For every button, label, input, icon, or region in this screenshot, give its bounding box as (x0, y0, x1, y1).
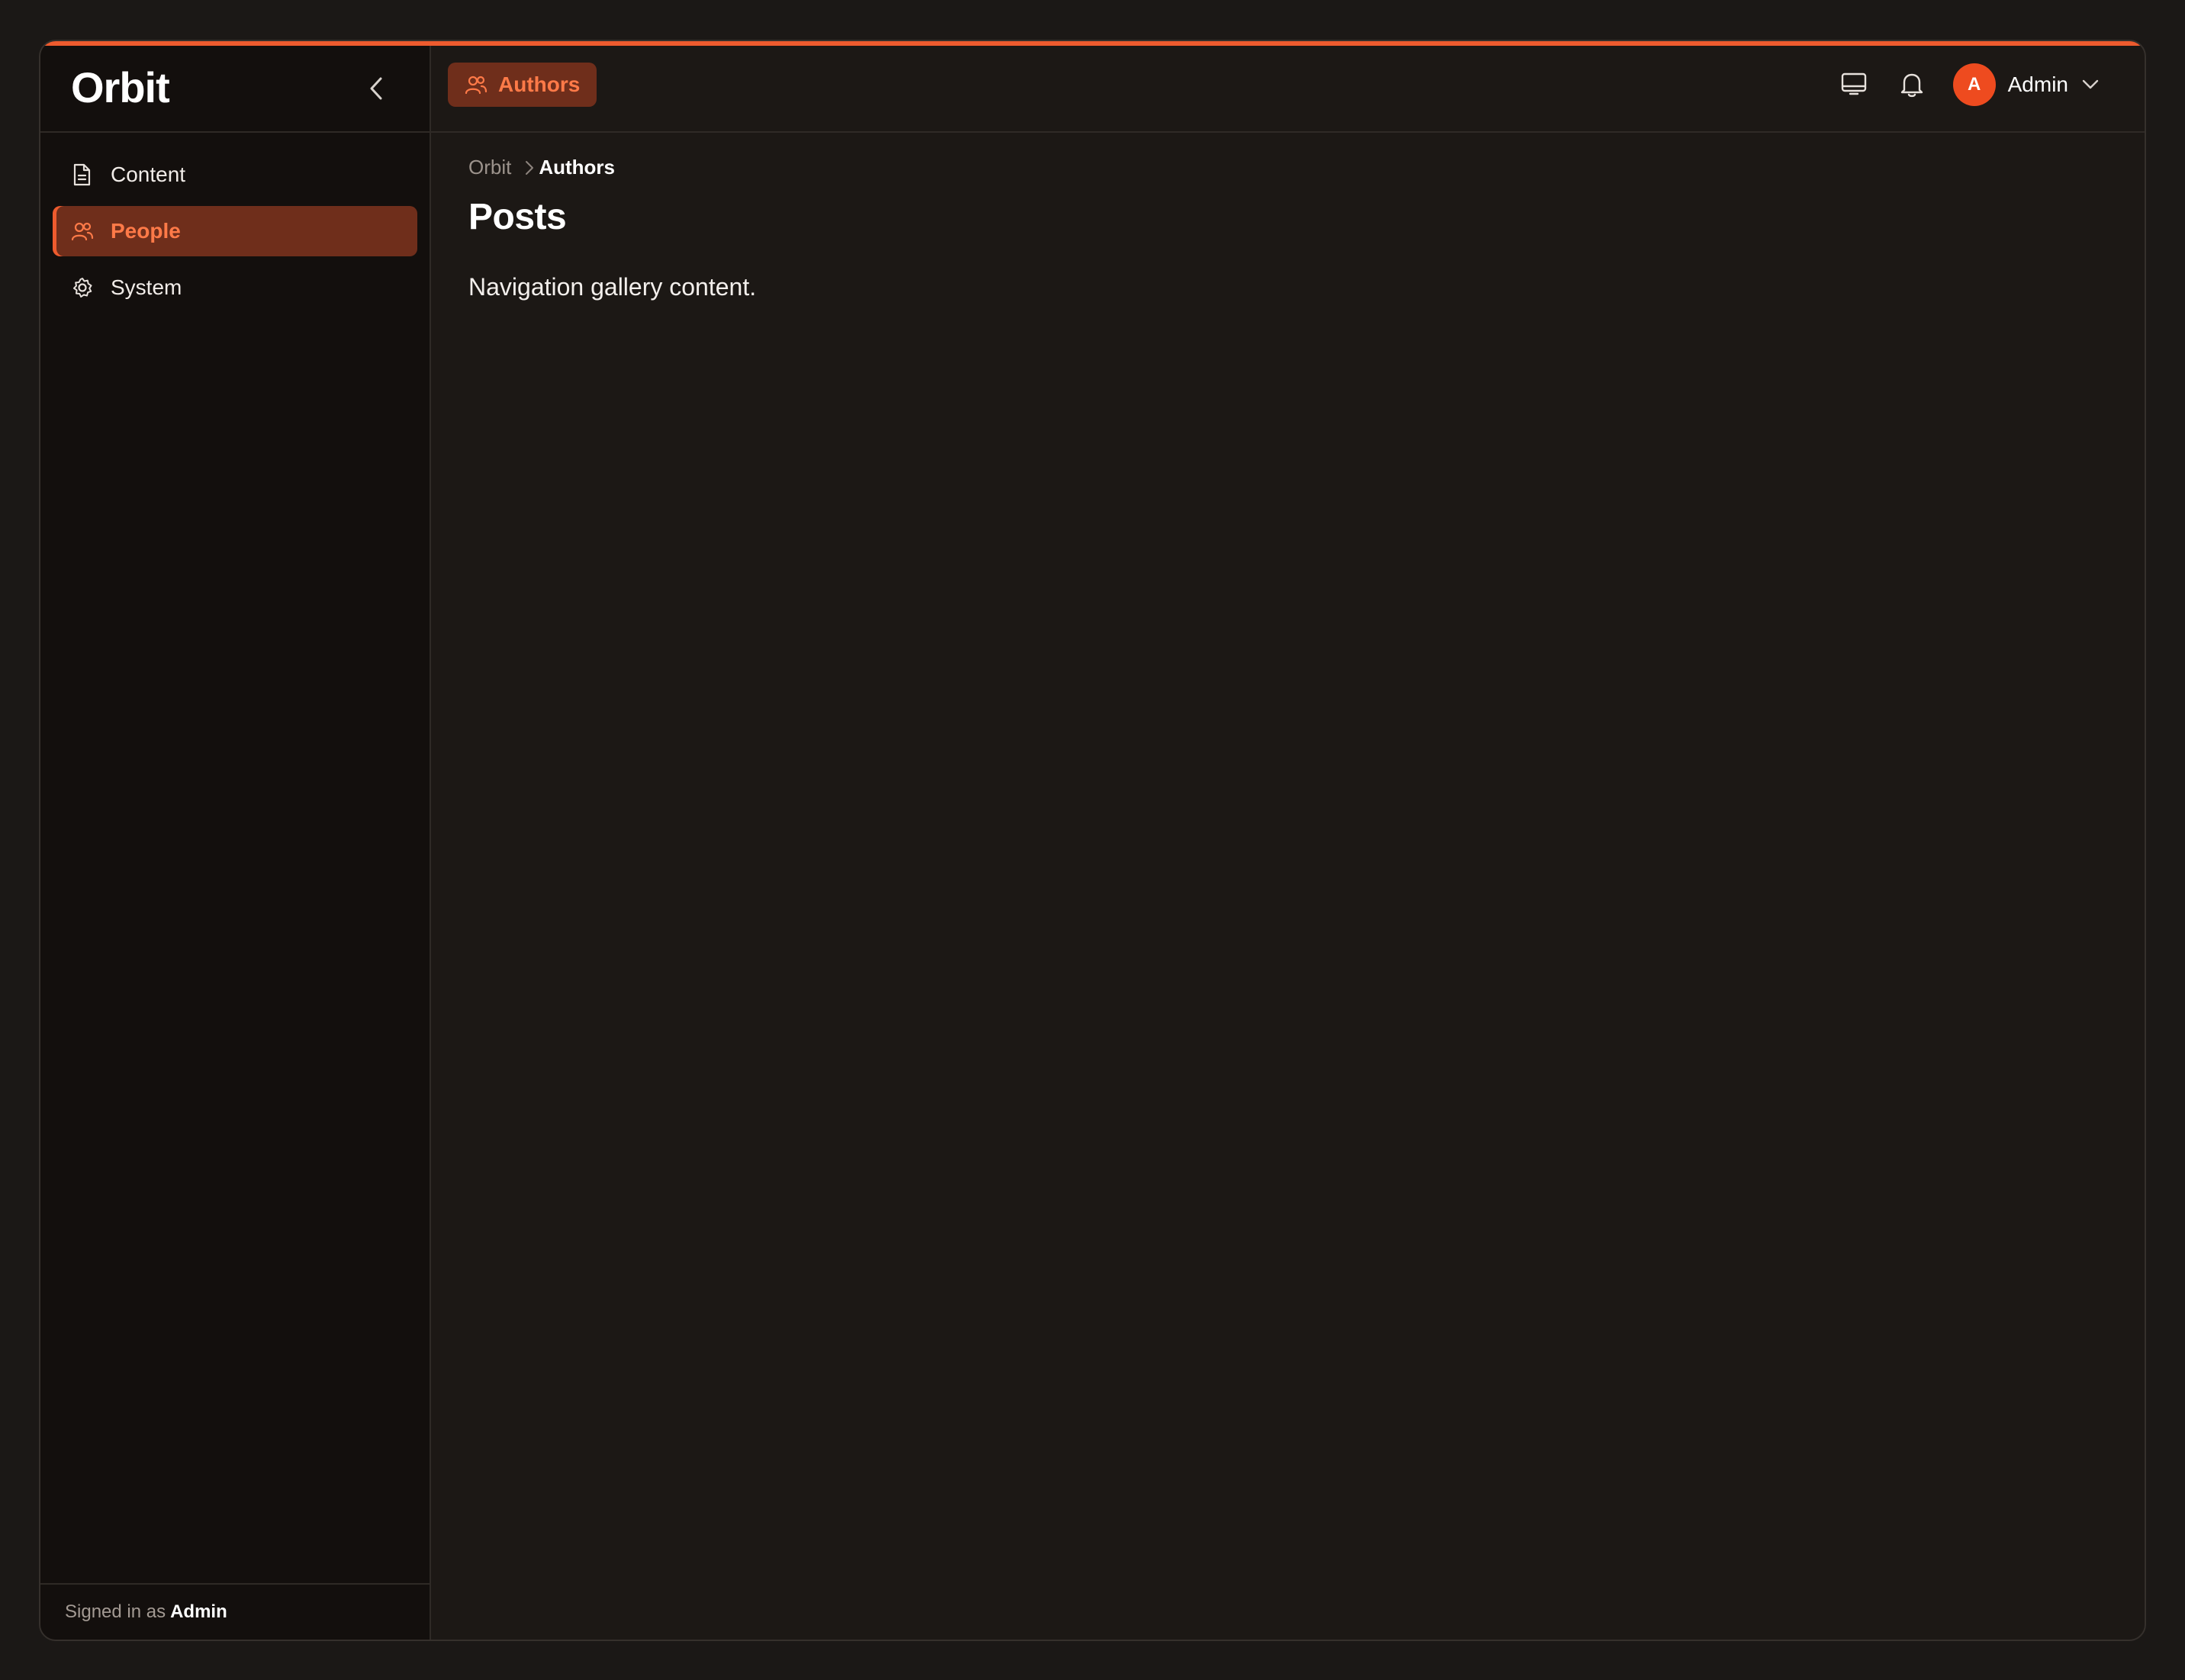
chevron-down-icon (2082, 79, 2099, 90)
section-chip-label: Authors (498, 72, 581, 96)
display-button[interactable] (1836, 66, 1872, 103)
sidebar-nav: Content People System (53, 150, 417, 319)
sidebar: Orbit Content People System Signed in as… (40, 46, 431, 1640)
signed-in-label: Signed in as (65, 1601, 166, 1622)
sidebar-item-people[interactable]: People (53, 206, 417, 256)
chevron-left-icon (370, 77, 382, 100)
bell-icon (1900, 73, 1923, 98)
sidebar-footer: Signed in as Admin (40, 1583, 430, 1640)
user-name: Admin (2007, 72, 2068, 96)
notifications-button[interactable] (1894, 66, 1930, 103)
sidebar-item-label: People (111, 219, 181, 243)
page-title: Posts (468, 197, 567, 237)
collapse-sidebar-button[interactable] (359, 72, 393, 105)
chevron-right-icon (525, 159, 534, 176)
page-body-text: Navigation gallery content. (468, 273, 757, 301)
breadcrumb-current: Authors (539, 156, 616, 179)
section-chip-authors[interactable]: Authors (448, 63, 597, 107)
monitor-icon (1841, 72, 1866, 95)
gear-icon (71, 275, 95, 300)
breadcrumb: Orbit Authors (468, 156, 2145, 179)
sidebar-item-label: Content (111, 163, 186, 186)
brand-row: Orbit (40, 46, 430, 133)
users-icon (465, 73, 488, 96)
breadcrumb-root-link[interactable]: Orbit (468, 156, 511, 179)
brand-logo: Orbit (71, 63, 170, 111)
user-menu[interactable]: A Admin (1952, 63, 2099, 106)
signed-in-user: Admin (170, 1601, 227, 1622)
top-actions: A Admin (1814, 63, 2099, 107)
app-window: Orbit Content People System Signed in as… (39, 40, 2146, 1641)
users-icon (71, 219, 95, 243)
topbar: Authors A Admin (431, 46, 2145, 133)
document-icon (71, 163, 95, 187)
sidebar-item-label: System (111, 275, 182, 299)
avatar: A (1952, 63, 1996, 106)
sidebar-item-system[interactable]: System (53, 262, 417, 313)
sidebar-item-content[interactable]: Content (53, 150, 417, 200)
main-content: Orbit Authors Posts Navigation gallery c… (468, 156, 2145, 326)
